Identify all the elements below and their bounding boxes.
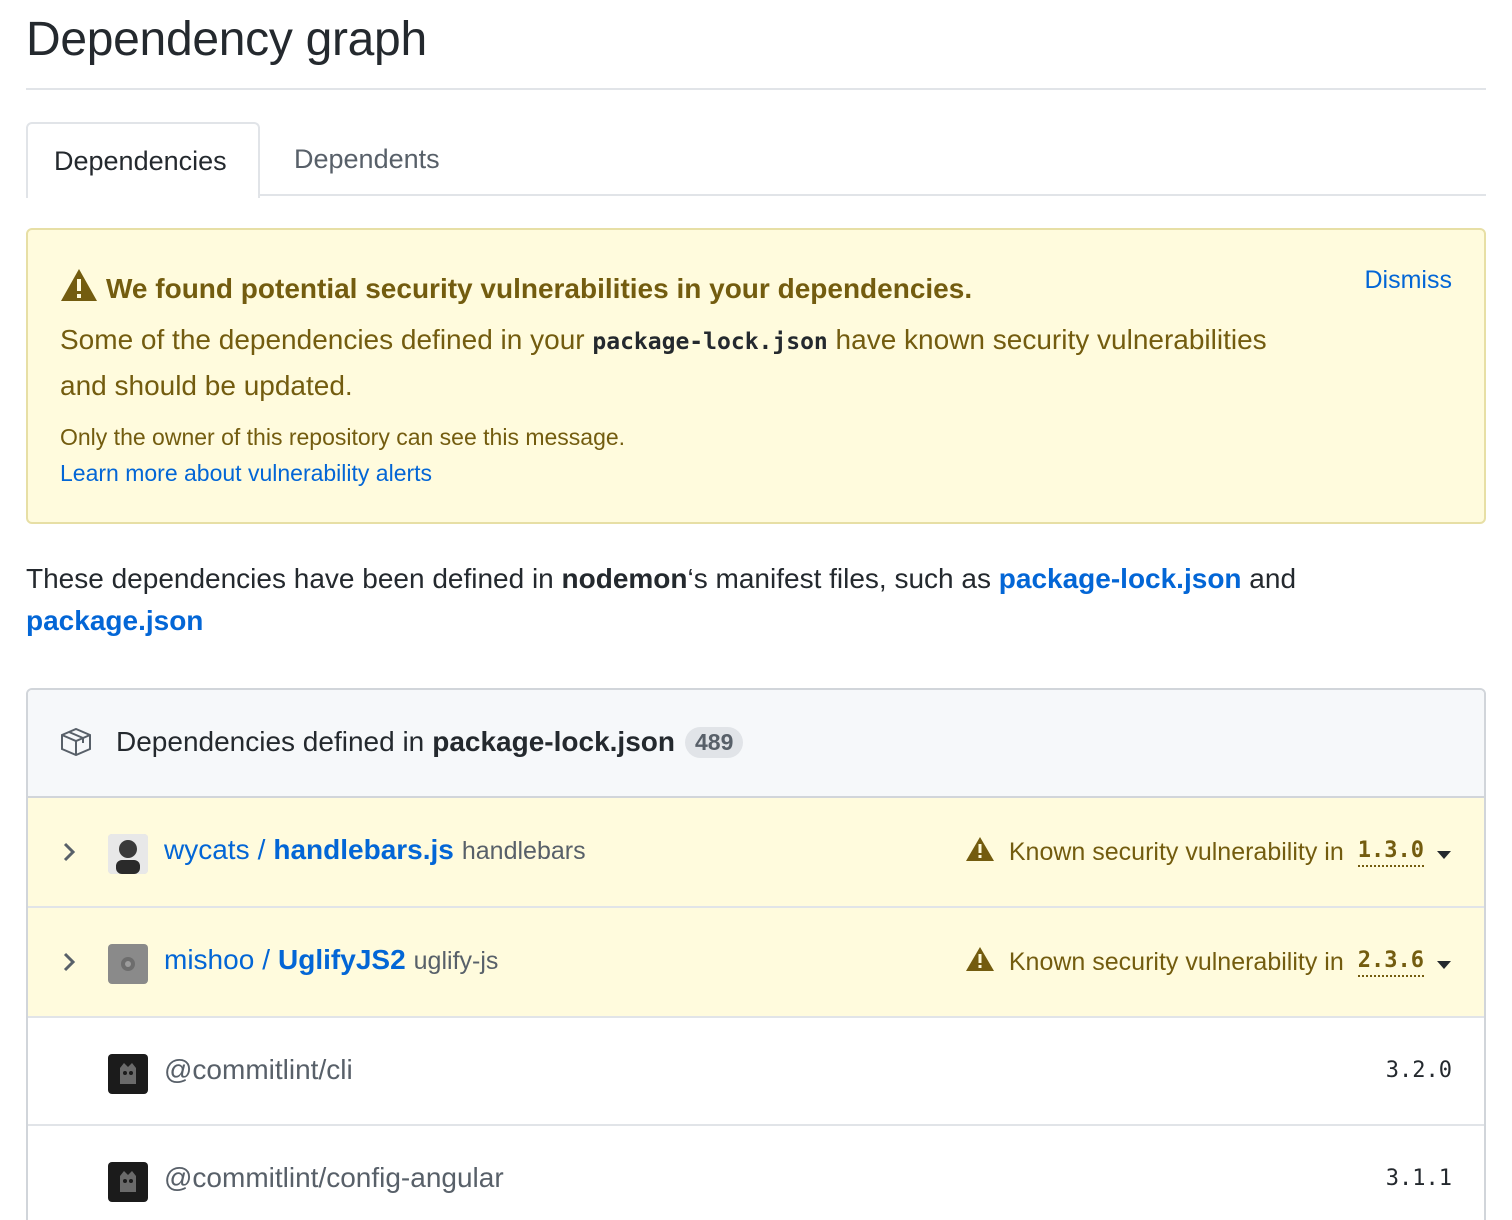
chevron-right-icon[interactable] <box>62 842 76 867</box>
caret-down-icon[interactable] <box>1436 948 1452 977</box>
dependency-row-vulnerable[interactable]: mishoo / UglifyJS2 uglify-js Known secur… <box>28 908 1484 1018</box>
package-lock-link[interactable]: package-lock.json <box>999 563 1242 594</box>
dismiss-button[interactable]: Dismiss <box>1365 266 1453 295</box>
vulnerability-label: Known security vulnerability in <box>1008 948 1344 976</box>
tab-bar: Dependencies Dependents <box>26 122 1486 198</box>
alert-heading: We found potential security vulnerabilit… <box>106 272 973 304</box>
dependency-row[interactable]: @commitlint/cli 3.2.0 <box>28 1018 1484 1126</box>
dependency-name: mishoo / UglifyJS2 uglify-js <box>164 944 498 976</box>
alert-triangle-icon <box>965 946 995 979</box>
title-divider <box>26 88 1486 90</box>
alert-body-before: Some of the dependencies defined in your <box>60 324 593 355</box>
dependency-repo-link[interactable]: handlebars.js <box>273 834 454 866</box>
vulnerability-label: Known security vulnerability in <box>1008 838 1344 866</box>
package-json-link[interactable]: package.json <box>26 605 203 636</box>
dependency-row-vulnerable[interactable]: wycats / handlebars.js handlebars Known … <box>28 798 1484 908</box>
dependency-package-link[interactable]: @commitlint/cli <box>164 1054 353 1086</box>
owner-separator: / <box>257 834 266 865</box>
vulnerability-warning: Known security vulnerability in 1.3.0 <box>965 836 1452 869</box>
manifest-intro: These dependencies have been defined in … <box>26 558 1486 642</box>
intro-and: and <box>1241 563 1297 594</box>
dependency-owner-link[interactable]: mishoo <box>164 944 254 976</box>
dependency-count-badge: 489 <box>685 726 744 758</box>
dependency-row[interactable]: @commitlint/config-angular 3.1.1 <box>28 1126 1484 1220</box>
avatar <box>108 944 148 984</box>
vulnerable-version[interactable]: 2.3.6 <box>1357 948 1424 977</box>
box-header-text: Dependencies defined in package-lock.jso… <box>116 726 744 758</box>
dependency-name: wycats / handlebars.js handlebars <box>164 834 586 866</box>
dependencies-box-header: Dependencies defined in package-lock.jso… <box>28 690 1484 798</box>
box-header-file: package-lock.json <box>432 726 675 757</box>
vulnerability-warning: Known security vulnerability in 2.3.6 <box>965 946 1452 979</box>
page-title: Dependency graph <box>26 13 427 66</box>
dependency-owner-link[interactable]: wycats <box>164 834 250 866</box>
alert-owner-note: Only the owner of this repository can se… <box>60 424 626 450</box>
avatar <box>108 1054 148 1094</box>
dependency-version: 3.2.0 <box>1385 1058 1452 1083</box>
dependency-package-link[interactable]: @commitlint/config-angular <box>164 1162 504 1194</box>
alert-body: Some of the dependencies defined in your… <box>60 318 1310 408</box>
alert-triangle-icon <box>60 268 98 309</box>
dependency-version: 3.1.1 <box>1385 1166 1452 1191</box>
caret-down-icon[interactable] <box>1436 838 1452 867</box>
intro-repo-name: nodemon <box>561 563 688 594</box>
dependency-package-name: uglify-js <box>413 947 499 975</box>
alert-triangle-icon <box>965 836 995 869</box>
alert-body-code: package-lock.json <box>592 329 828 355</box>
intro-middle: ‘s manifest files, such as <box>687 563 999 594</box>
intro-before: These dependencies have been defined in <box>26 563 562 594</box>
dependency-name: @commitlint/cli <box>164 1054 353 1086</box>
dependency-name: @commitlint/config-angular <box>164 1162 504 1194</box>
alert-heading-row: We found potential security vulnerabilit… <box>60 268 972 309</box>
package-icon <box>60 727 92 761</box>
learn-more-link[interactable]: Learn more about vulnerability alerts <box>60 460 432 487</box>
tab-dependencies[interactable]: Dependencies <box>26 122 260 198</box>
owner-separator: / <box>262 944 271 975</box>
vulnerable-version[interactable]: 1.3.0 <box>1357 838 1424 867</box>
dependencies-box: Dependencies defined in package-lock.jso… <box>26 688 1486 1220</box>
tab-dependents[interactable]: Dependents <box>268 122 466 196</box>
box-header-prefix: Dependencies defined in <box>116 726 425 757</box>
chevron-right-icon[interactable] <box>62 952 76 977</box>
security-alert-banner: We found potential security vulnerabilit… <box>26 228 1486 524</box>
avatar <box>108 834 148 874</box>
avatar <box>108 1162 148 1202</box>
dependency-package-name: handlebars <box>461 837 586 865</box>
dependency-repo-link[interactable]: UglifyJS2 <box>278 944 406 976</box>
